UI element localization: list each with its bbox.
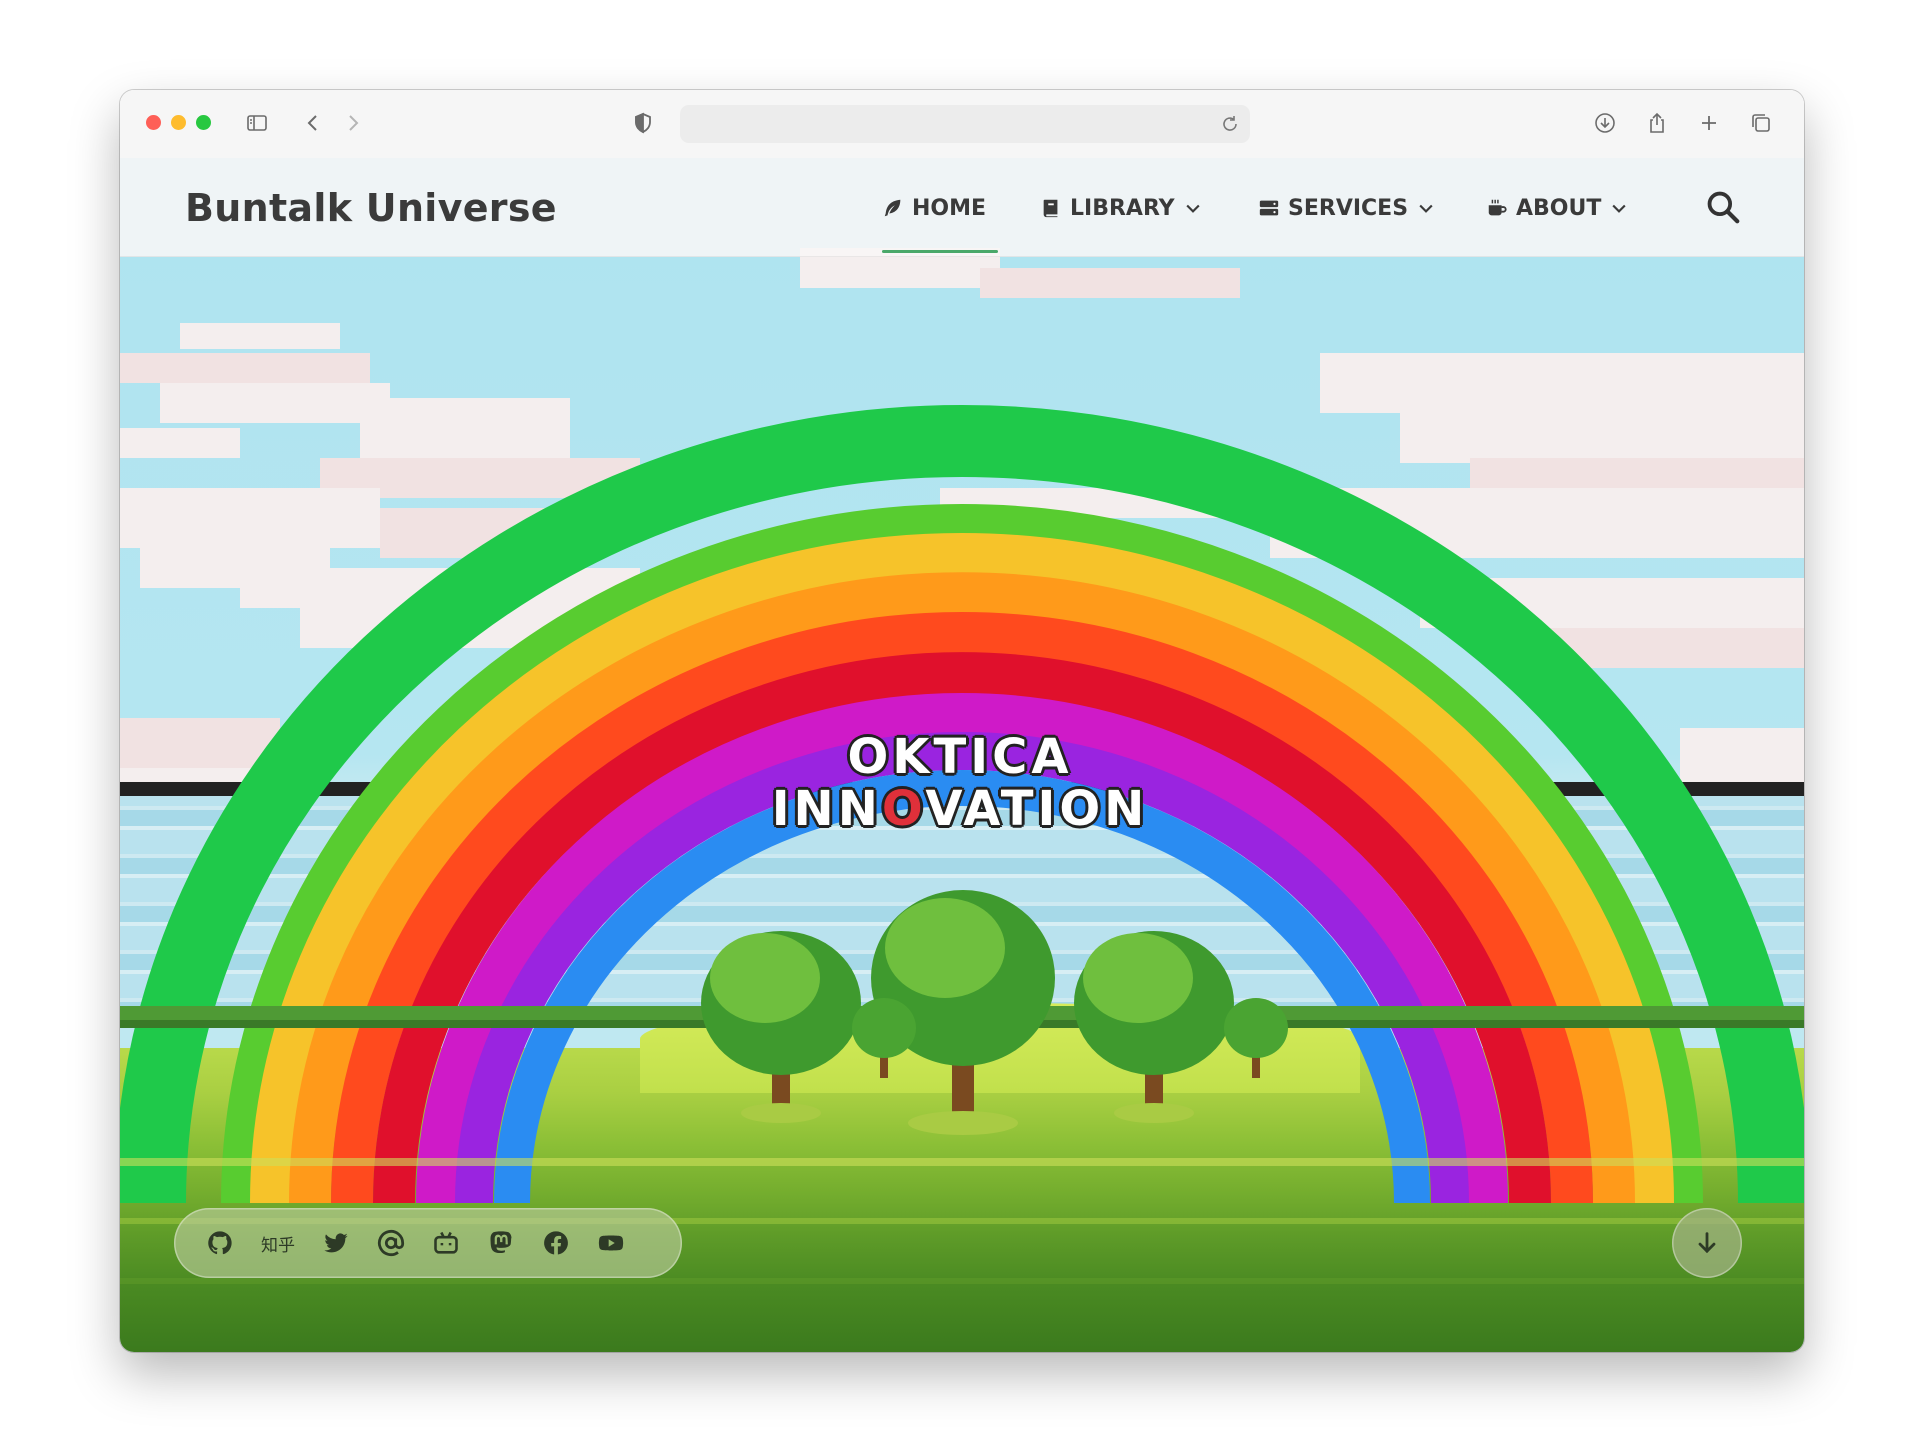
feather-icon [884, 199, 901, 217]
server-icon [1259, 200, 1279, 216]
zoom-window-button[interactable] [196, 115, 211, 130]
github-icon[interactable] [206, 1229, 234, 1257]
nav-library-label: LIBRARY [1070, 195, 1175, 221]
facebook-icon[interactable] [542, 1229, 570, 1257]
sidebar-icon[interactable] [242, 108, 272, 138]
nav-about[interactable]: ABOUT [1486, 188, 1629, 228]
download-icon[interactable] [1590, 108, 1620, 138]
nav-home-label: HOME [912, 195, 987, 221]
close-window-button[interactable] [146, 115, 161, 130]
reload-icon[interactable] [1218, 112, 1242, 136]
book-icon [1043, 199, 1058, 218]
oktica-innovation-logo: OKTICA INNOVATION [760, 733, 1160, 833]
zhihu-link[interactable]: 知乎 [261, 1231, 295, 1256]
arrow-down-icon [1698, 1232, 1716, 1254]
youtube-icon[interactable] [597, 1229, 625, 1257]
twitter-icon[interactable] [322, 1229, 350, 1257]
browser-toolbar [120, 90, 1804, 159]
browser-window: Buntalk Universe HOME LIBRARY SERVICES A… [120, 90, 1804, 1352]
webpage: Buntalk Universe HOME LIBRARY SERVICES A… [120, 158, 1804, 1352]
nav-services[interactable]: SERVICES [1258, 188, 1436, 228]
chevron-down-icon [1186, 204, 1200, 213]
nav-services-label: SERVICES [1288, 195, 1409, 221]
scroll-down-button[interactable] [1672, 1208, 1742, 1278]
chevron-left-icon[interactable] [298, 108, 328, 138]
bilibili-icon[interactable] [432, 1229, 460, 1257]
chevron-down-icon [1419, 204, 1433, 213]
site-navbar: Buntalk Universe HOME LIBRARY SERVICES A… [120, 158, 1804, 257]
search-icon [1707, 191, 1740, 224]
mastodon-icon[interactable] [487, 1229, 515, 1257]
nav-library[interactable]: LIBRARY [1040, 188, 1203, 228]
chevron-down-icon [1612, 204, 1626, 213]
active-nav-indicator [882, 250, 998, 253]
url-input[interactable] [694, 111, 1198, 139]
site-brand[interactable]: Buntalk Universe [185, 186, 557, 230]
social-links-bar: 知乎 [174, 1208, 682, 1278]
chevron-right-icon[interactable] [338, 108, 368, 138]
coffee-icon [1488, 199, 1507, 216]
nav-about-label: ABOUT [1516, 195, 1602, 221]
logo-line-2: INNOVATION [771, 781, 1149, 837]
at-sign-icon[interactable] [377, 1229, 405, 1257]
address-bar[interactable] [680, 105, 1250, 143]
plus-icon[interactable] [1694, 108, 1724, 138]
trees [701, 890, 1288, 1135]
minimize-window-button[interactable] [171, 115, 186, 130]
share-icon[interactable] [1642, 108, 1672, 138]
shield-icon[interactable] [628, 108, 658, 138]
nav-home[interactable]: HOME [882, 188, 986, 228]
search-button[interactable] [1698, 182, 1748, 232]
logo-line-1: OKTICA [847, 729, 1073, 785]
tabs-overview-icon[interactable] [1746, 108, 1776, 138]
